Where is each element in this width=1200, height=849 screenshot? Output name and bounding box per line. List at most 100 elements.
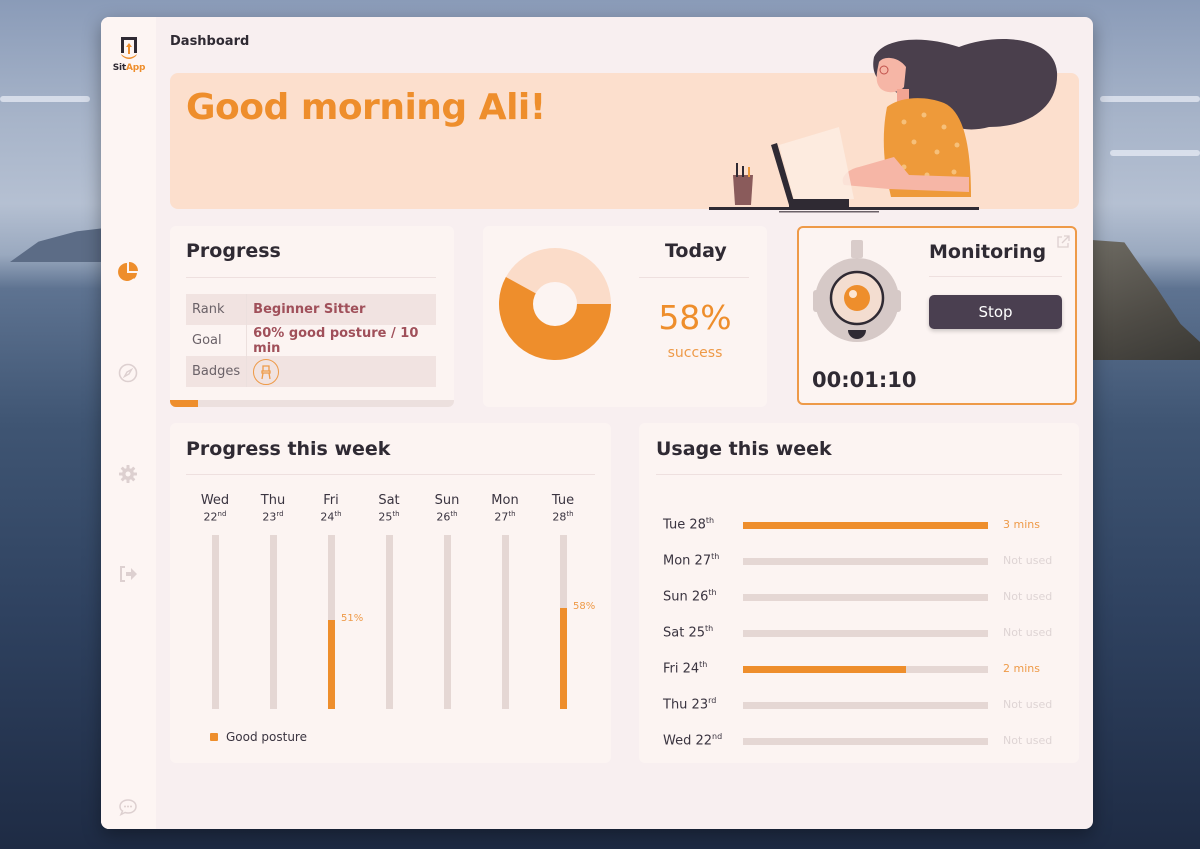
progress-row-badges: Badges: [186, 356, 436, 387]
logo-text-app: App: [126, 63, 146, 73]
usage-bar-track: [743, 666, 988, 673]
posture-bar-track: [212, 535, 219, 709]
divider: [656, 474, 1062, 475]
day-date: 26th: [422, 510, 472, 524]
usage-bar-fill: [743, 666, 907, 673]
day-date-number: 24: [320, 510, 335, 524]
sidebar-item-explore[interactable]: [117, 362, 139, 384]
day-date-suffix: th: [334, 510, 342, 518]
posture-bar-track: 51%: [328, 535, 363, 709]
day-date-number: 23: [262, 510, 277, 524]
usage-day: Fri 24th: [663, 660, 707, 676]
usage-day: Sat 25th: [663, 624, 713, 640]
usage-day-suffix: nd: [712, 732, 723, 741]
usage-bar-track: [743, 594, 988, 601]
usage-day: Mon 27th: [663, 552, 719, 568]
goal-label: Goal: [186, 325, 248, 356]
day-date-suffix: th: [508, 510, 516, 518]
divider: [929, 276, 1062, 277]
divider: [639, 277, 749, 278]
usage-bar-fill: [743, 522, 988, 529]
usage-row: Tue 28th 3 mins: [663, 516, 1063, 536]
usage-day-text: Sat 25: [663, 625, 705, 641]
compass-icon: [118, 363, 138, 383]
day-date-number: 26: [436, 510, 451, 524]
rank-value: Beginner Sitter: [246, 294, 436, 325]
usage-day-suffix: th: [699, 660, 708, 669]
day-date: 24th: [306, 510, 356, 524]
usage-value: 3 mins: [1003, 518, 1040, 531]
posture-bar-track: [444, 535, 451, 709]
usage-day-text: Mon 27: [663, 553, 712, 569]
day-date: 25th: [364, 510, 414, 524]
week-legend: Good posture: [210, 730, 307, 744]
usage-day-suffix: th: [711, 552, 720, 561]
background-cloud: [0, 96, 90, 102]
usage-value: Not used: [1003, 734, 1053, 747]
sidebar-item-settings[interactable]: [117, 463, 139, 485]
chat-button[interactable]: [117, 796, 139, 818]
usage-bar-track: [743, 738, 988, 745]
usage-day-suffix: th: [705, 516, 715, 525]
sidebar-item-dashboard[interactable]: [117, 261, 139, 283]
week-day-column: Fri 24th: [306, 493, 356, 524]
day-date-suffix: th: [392, 510, 400, 518]
legend-label: Good posture: [226, 730, 307, 744]
usage-bar-track: [743, 522, 988, 529]
week-day-column: Sat 25th: [364, 493, 414, 524]
usage-day-suffix: th: [708, 588, 717, 597]
usage-bar-track: [743, 702, 988, 709]
donut-hole: [533, 282, 577, 326]
usage-this-week-card: Usage this week Tue 28th 3 mins Mon 27th No…: [639, 423, 1079, 763]
usage-value: Not used: [1003, 698, 1053, 711]
usage-day-text: Sun 26: [663, 589, 709, 605]
day-date: 27th: [480, 510, 530, 524]
usage-value: Not used: [1003, 554, 1053, 567]
usage-bar-track: [743, 630, 988, 637]
day-date-number: 22: [203, 510, 218, 524]
usage-day-text: Wed 22: [663, 733, 713, 749]
usage-bar-track: [743, 558, 988, 565]
week-progress-title: Progress this week: [186, 438, 391, 460]
posture-bar-fill: [328, 620, 335, 709]
day-name: Sun: [434, 493, 460, 508]
today-card: Today 58% success: [483, 226, 767, 407]
usage-row: Fri 24th 2 mins: [663, 660, 1063, 680]
app-logo[interactable]: SitApp: [111, 35, 147, 73]
usage-title: Usage this week: [656, 438, 832, 460]
usage-day: Thu 23rd: [663, 696, 716, 712]
logo-text-sit: Sit: [112, 63, 126, 73]
progress-row-rank: Rank Beginner Sitter: [186, 294, 436, 325]
day-name: Fri: [323, 493, 339, 508]
day-name: Tue: [551, 493, 575, 508]
posture-bar-fill: [560, 608, 567, 709]
today-title: Today: [665, 240, 727, 262]
usage-day: Wed 22nd: [663, 732, 722, 748]
day-date-number: 27: [494, 510, 509, 524]
background-cloud: [1100, 96, 1200, 102]
usage-day: Sun 26th: [663, 588, 717, 604]
divider: [186, 474, 595, 475]
chair-badge-icon[interactable]: [253, 358, 280, 385]
progress-bar-fill: [170, 400, 199, 407]
external-link-icon[interactable]: [1055, 234, 1071, 250]
day-date-suffix: nd: [217, 510, 227, 518]
background-cloud: [1110, 150, 1200, 156]
stop-monitoring-button[interactable]: Stop: [929, 295, 1062, 329]
usage-row: Sat 25th Not used: [663, 624, 1063, 644]
posture-bar-label: 58%: [573, 601, 596, 613]
usage-day-suffix: rd: [708, 696, 717, 705]
usage-value: Not used: [1003, 590, 1053, 603]
gear-icon: [119, 465, 137, 483]
usage-day-suffix: th: [705, 624, 714, 633]
greeting-text: Good morning Ali!: [186, 87, 546, 128]
progress-this-week-card: Progress this week Wed 22nd Thu 23rd Fri 24th…: [170, 423, 611, 763]
day-name: Mon: [491, 493, 519, 508]
sidebar-item-logout[interactable]: [117, 563, 139, 585]
day-date: 22nd: [190, 510, 240, 524]
usage-row: Sun 26th Not used: [663, 588, 1063, 608]
week-day-column: Sun 26th: [422, 493, 472, 524]
monitoring-timer: 00:01:10: [812, 368, 917, 392]
usage-day-text: Fri 24: [663, 661, 700, 677]
week-day-column: Thu 23rd: [248, 493, 298, 524]
